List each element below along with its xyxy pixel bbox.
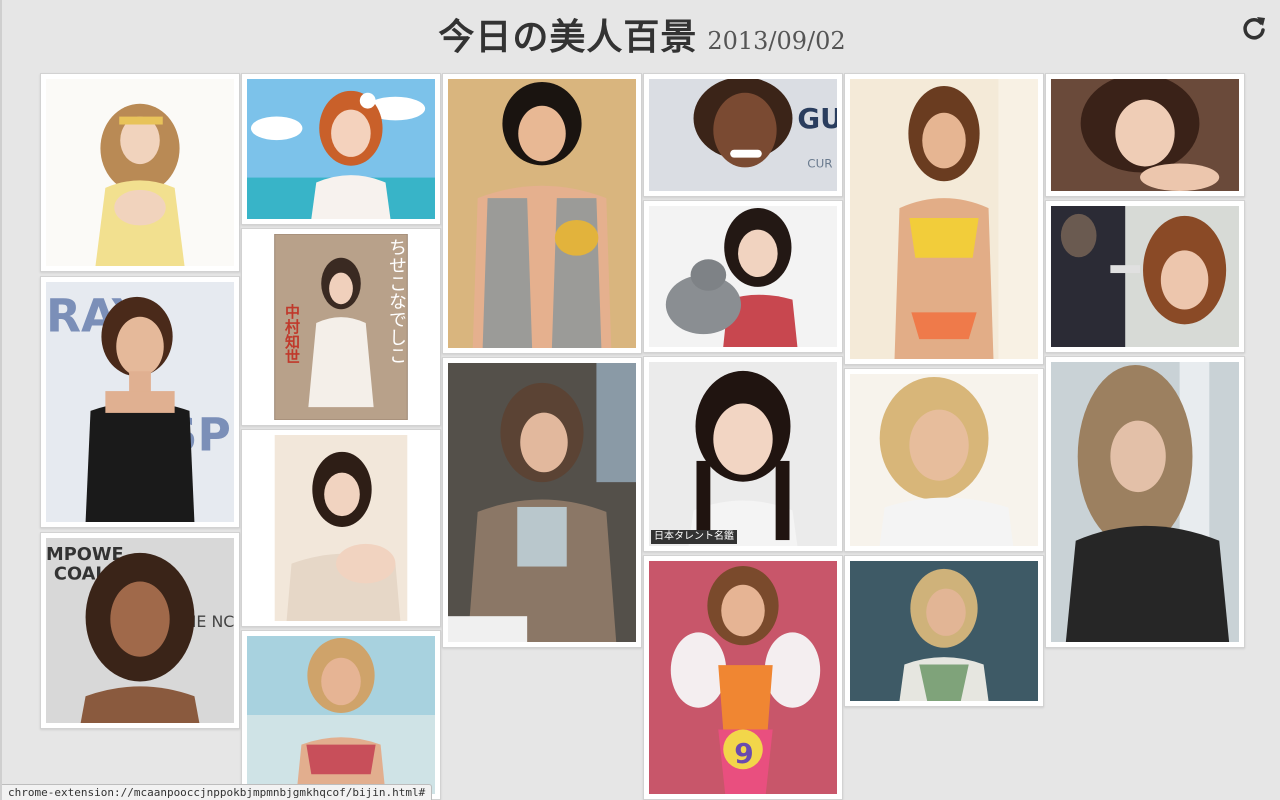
portrait-photo <box>1051 79 1239 191</box>
photo-tile-2[interactable]: RAY SP <box>40 276 240 528</box>
photo-tile-9[interactable] <box>442 357 642 648</box>
portrait-photo: GU CUR <box>649 79 837 191</box>
portrait-photo <box>247 435 435 621</box>
portrait-photo: RAY SP <box>46 282 234 522</box>
portrait-photo <box>850 374 1038 546</box>
portrait-photo <box>850 79 1038 359</box>
portrait-photo: 9 <box>649 561 837 794</box>
status-bar-url: chrome-extension://mcaanpooccjnppokbjmpm… <box>2 784 433 800</box>
photo-tile-6[interactable] <box>241 429 441 627</box>
photo-tile-3[interactable]: MPOWE COAL HE NC <box>40 532 240 729</box>
photo-tile-13[interactable]: 9 <box>643 555 843 800</box>
portrait-photo <box>850 561 1038 701</box>
svg-text:MPOWE: MPOWE <box>46 544 124 565</box>
photo-tile-10[interactable]: GU CUR <box>643 73 843 197</box>
photo-tile-15[interactable] <box>844 368 1044 552</box>
svg-text:CUR: CUR <box>807 156 832 170</box>
photo-tile-7[interactable] <box>241 630 441 800</box>
jersey-number: 9 <box>734 737 754 770</box>
portrait-photo <box>247 79 435 219</box>
page-title: 今日の美人百景 <box>438 16 698 58</box>
magazine-cover-title: ちせこなでしこ <box>386 238 407 364</box>
portrait-photo <box>1051 362 1239 642</box>
photo-tile-8[interactable] <box>442 73 642 354</box>
magazine-cover-photo: ちせこなでしこ 中村知世 <box>247 234 435 420</box>
portrait-photo <box>247 636 435 794</box>
portrait-photo: MPOWE COAL HE NC <box>46 538 234 723</box>
photo-tile-1[interactable] <box>40 73 240 272</box>
gallery-page: 今日の美人百景 2013/09/02 RAY SP MPOWE COAL HE … <box>0 0 1280 800</box>
portrait-photo <box>448 363 636 642</box>
reload-icon <box>1243 17 1265 40</box>
portrait-photo <box>649 206 837 347</box>
photo-tile-16[interactable] <box>844 555 1044 707</box>
reload-button[interactable] <box>1240 14 1268 42</box>
magazine-cover-name: 中村知世 <box>283 304 301 364</box>
photo-tile-14[interactable] <box>844 73 1044 365</box>
portrait-photo <box>46 79 234 266</box>
photo-tile-12[interactable]: 日本タレント名鑑 <box>643 356 843 552</box>
photo-tile-11[interactable] <box>643 200 843 353</box>
portrait-photo <box>448 79 636 348</box>
portrait-photo <box>1051 206 1239 347</box>
page-date: 2013/09/02 <box>707 27 846 55</box>
talent-caption: 日本タレント名鑑 <box>651 530 737 544</box>
photo-tile-5[interactable]: ちせこなでしこ 中村知世 <box>241 228 441 426</box>
photo-tile-4[interactable] <box>241 73 441 225</box>
photo-tile-19[interactable] <box>1045 356 1245 648</box>
portrait-photo: 日本タレント名鑑 <box>649 362 837 546</box>
photo-tile-17[interactable] <box>1045 73 1245 197</box>
page-header: 今日の美人百景 2013/09/02 <box>2 8 1280 58</box>
svg-text:GU: GU <box>797 102 837 135</box>
photo-tile-18[interactable] <box>1045 200 1245 353</box>
